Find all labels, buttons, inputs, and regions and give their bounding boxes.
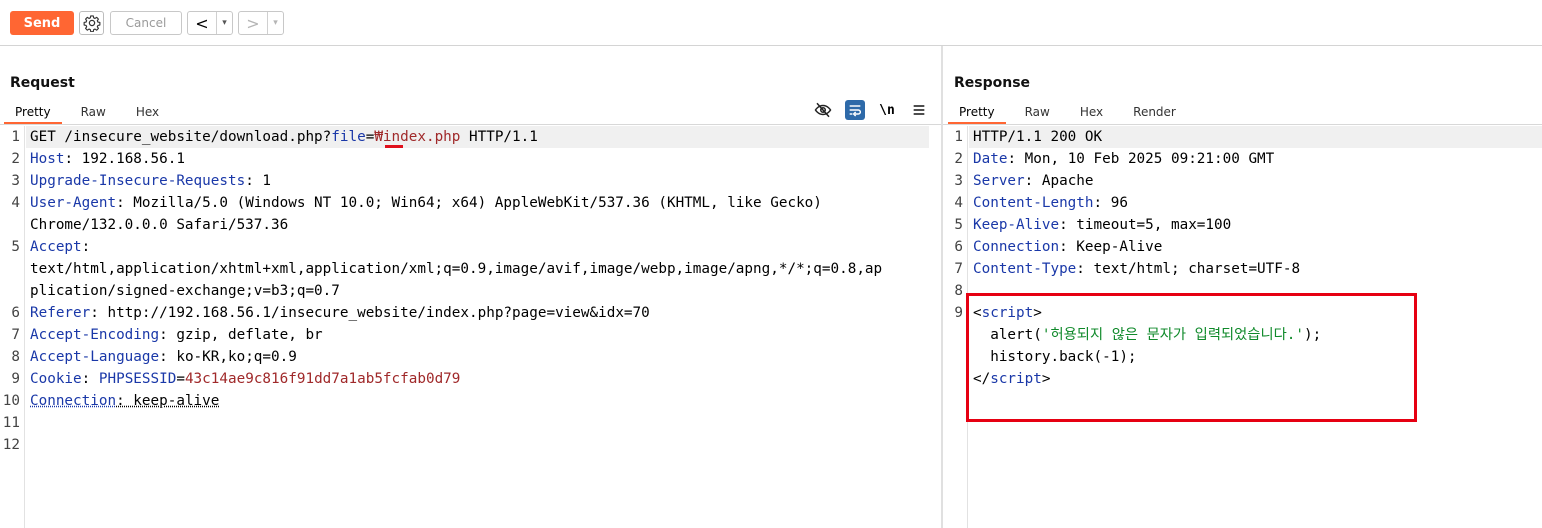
line-number: 6 [11, 305, 20, 321]
request-line-gutter: 1 2 3 4 5 6 7 8 9 10 11 12 [0, 126, 25, 528]
cancel-button[interactable]: Cancel [110, 11, 182, 35]
response-tabs: Pretty Raw Hex Render [948, 102, 1195, 124]
menu-button[interactable] [909, 100, 929, 120]
forward-button[interactable]: > [239, 12, 267, 34]
response-tab-separator [943, 124, 1542, 125]
response-tab-raw[interactable]: Raw [1014, 102, 1061, 124]
request-line: Referer: http://192.168.56.1/insecure_we… [30, 305, 650, 321]
response-line-gutter: 1 2 3 4 5 6 7 8 9 [943, 126, 968, 528]
response-tab-pretty[interactable]: Pretty [948, 102, 1006, 124]
forward-nav-group: > ▾ [238, 11, 284, 35]
response-tab-render[interactable]: Render [1122, 102, 1187, 124]
hamburger-menu-icon [913, 105, 925, 115]
request-line: Connection: keep-alive [30, 393, 220, 409]
line-number: 4 [11, 195, 20, 211]
line-number: 3 [11, 173, 20, 189]
back-history-dropdown[interactable]: ▾ [216, 12, 232, 34]
request-line: Accept-Encoding: gzip, deflate, br [30, 327, 323, 343]
request-line-wrap: plication/signed-exchange;v=b3;q=0.7 [30, 283, 340, 299]
show-newlines-button[interactable]: \n [877, 100, 897, 120]
eye-off-icon [814, 102, 832, 118]
response-tab-hex[interactable]: Hex [1069, 102, 1114, 124]
response-line: Content-Type: text/html; charset=UTF-8 [973, 261, 1301, 277]
line-number: 5 [11, 239, 20, 255]
request-panel: Request Pretty Raw Hex \n 1 2 3 4 5 6 7 … [0, 46, 941, 528]
line-number: 3 [954, 173, 963, 189]
request-line: Accept: [30, 239, 91, 255]
line-number: 9 [11, 371, 20, 387]
response-line: Keep-Alive: timeout=5, max=100 [973, 217, 1232, 233]
line-number: 9 [954, 305, 963, 321]
request-line: GET /insecure_website/download.php?file=… [30, 129, 538, 145]
line-number: 2 [11, 151, 20, 167]
request-editor[interactable]: 1 2 3 4 5 6 7 8 9 10 11 12 GET /insecure… [0, 126, 941, 528]
request-line-wrap: Chrome/132.0.0.0 Safari/537.36 [30, 217, 289, 233]
request-tab-pretty[interactable]: Pretty [4, 102, 62, 124]
send-button[interactable]: Send [10, 11, 74, 35]
request-tab-raw[interactable]: Raw [70, 102, 117, 124]
line-number: 4 [954, 195, 963, 211]
response-line: HTTP/1.1 200 OK [973, 129, 1103, 145]
forward-history-dropdown[interactable]: ▾ [267, 12, 283, 34]
line-number: 5 [954, 217, 963, 233]
request-line: Host: 192.168.56.1 [30, 151, 185, 167]
request-title: Request [10, 75, 75, 91]
back-nav-group: < ▾ [187, 11, 233, 35]
line-number: 1 [11, 129, 20, 145]
response-panel: Response Pretty Raw Hex Render 1 2 3 4 5… [943, 46, 1542, 528]
word-wrap-button[interactable] [845, 100, 865, 120]
line-number: 6 [954, 239, 963, 255]
line-number: 10 [2, 393, 20, 409]
request-line: User-Agent: Mozilla/5.0 (Windows NT 10.0… [30, 195, 822, 211]
hide-nonprintable-button[interactable] [813, 100, 833, 120]
annotation-highlight-box [966, 293, 1417, 422]
wrap-lines-icon [849, 105, 862, 117]
back-button[interactable]: < [188, 12, 216, 34]
request-tab-hex[interactable]: Hex [125, 102, 170, 124]
request-tabs: Pretty Raw Hex [4, 102, 178, 124]
annotation-underline [385, 145, 403, 148]
line-number: 1 [954, 129, 963, 145]
response-line: Server: Apache [973, 173, 1094, 189]
request-tab-separator [0, 124, 941, 125]
request-line: Upgrade-Insecure-Requests: 1 [30, 173, 272, 189]
line-number: 11 [2, 415, 20, 431]
settings-button[interactable] [79, 11, 104, 35]
line-number: 8 [954, 283, 963, 299]
line-number: 7 [954, 261, 963, 277]
request-line-wrap: text/html,application/xhtml+xml,applicat… [30, 261, 883, 277]
line-number: 12 [2, 437, 20, 453]
request-line: Cookie: PHPSESSID=43c14ae9c816f91dd7a1ab… [30, 371, 461, 387]
response-line: Connection: Keep-Alive [973, 239, 1163, 255]
line-number: 7 [11, 327, 20, 343]
gear-icon [83, 15, 100, 32]
response-line: Date: Mon, 10 Feb 2025 09:21:00 GMT [973, 151, 1275, 167]
response-line: Content-Length: 96 [973, 195, 1128, 211]
request-editor-tools: \n [813, 100, 929, 120]
line-number: 8 [11, 349, 20, 365]
response-title: Response [954, 75, 1031, 91]
toolbar: Send Cancel < ▾ > ▾ [0, 0, 1542, 46]
request-line: Accept-Language: ko-KR,ko;q=0.9 [30, 349, 297, 365]
line-number: 2 [954, 151, 963, 167]
